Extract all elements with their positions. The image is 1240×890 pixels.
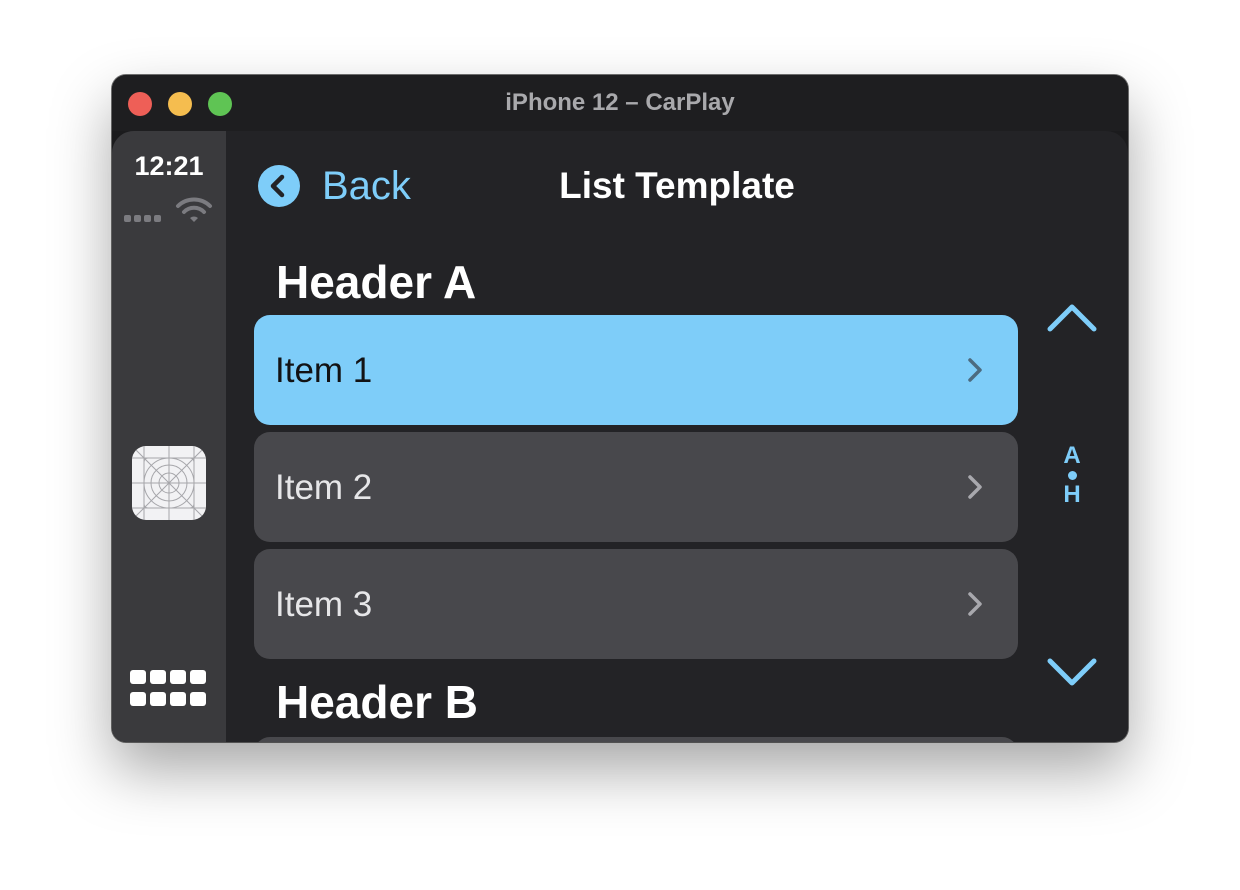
wifi-icon [176, 197, 212, 222]
index-bar[interactable]: A H [1047, 441, 1097, 510]
index-letter-top: A [1063, 442, 1081, 469]
section-header-b: Header B [276, 676, 478, 728]
chevron-left-circle-icon [258, 165, 300, 207]
scroll-down-button[interactable] [1044, 651, 1100, 691]
simulator-window: iPhone 12 – CarPlay 12:21 Back List Temp… [112, 75, 1128, 742]
chevron-right-icon [968, 475, 982, 499]
list-item[interactable]: Item 3 [254, 549, 1018, 659]
list-item-label: Item 3 [275, 585, 373, 624]
section-header-a: Header A [276, 256, 477, 308]
cellular-signal-icon [124, 215, 161, 222]
status-clock: 12:21 [134, 151, 204, 181]
chevron-right-icon [968, 592, 982, 616]
index-dot [1067, 471, 1077, 480]
window-title: iPhone 12 – CarPlay [505, 89, 735, 116]
scroll-up-button[interactable] [1044, 299, 1100, 339]
page-title: List Template [559, 165, 795, 206]
list-item[interactable]: Item 2 [254, 432, 1018, 542]
app-grid-icon[interactable] [130, 670, 208, 710]
index-letter-bottom: H [1063, 481, 1081, 508]
list-item-label: Item 2 [275, 468, 373, 507]
list-item-label: Item 1 [275, 351, 373, 390]
list-item[interactable]: Item 1 [254, 315, 1018, 425]
chevron-right-icon [968, 358, 982, 382]
list-item-partial[interactable] [254, 737, 1018, 742]
back-label: Back [322, 163, 411, 208]
app-icon-placeholder-graphic [132, 446, 206, 520]
carplay-status-bar: 12:21 [112, 131, 226, 742]
app-icon[interactable] [132, 446, 206, 520]
window-titlebar: iPhone 12 – CarPlay [112, 75, 1128, 131]
back-button[interactable]: Back [258, 161, 411, 211]
carplay-screen: 12:21 Back List Template Header A Item 1… [112, 131, 1128, 742]
